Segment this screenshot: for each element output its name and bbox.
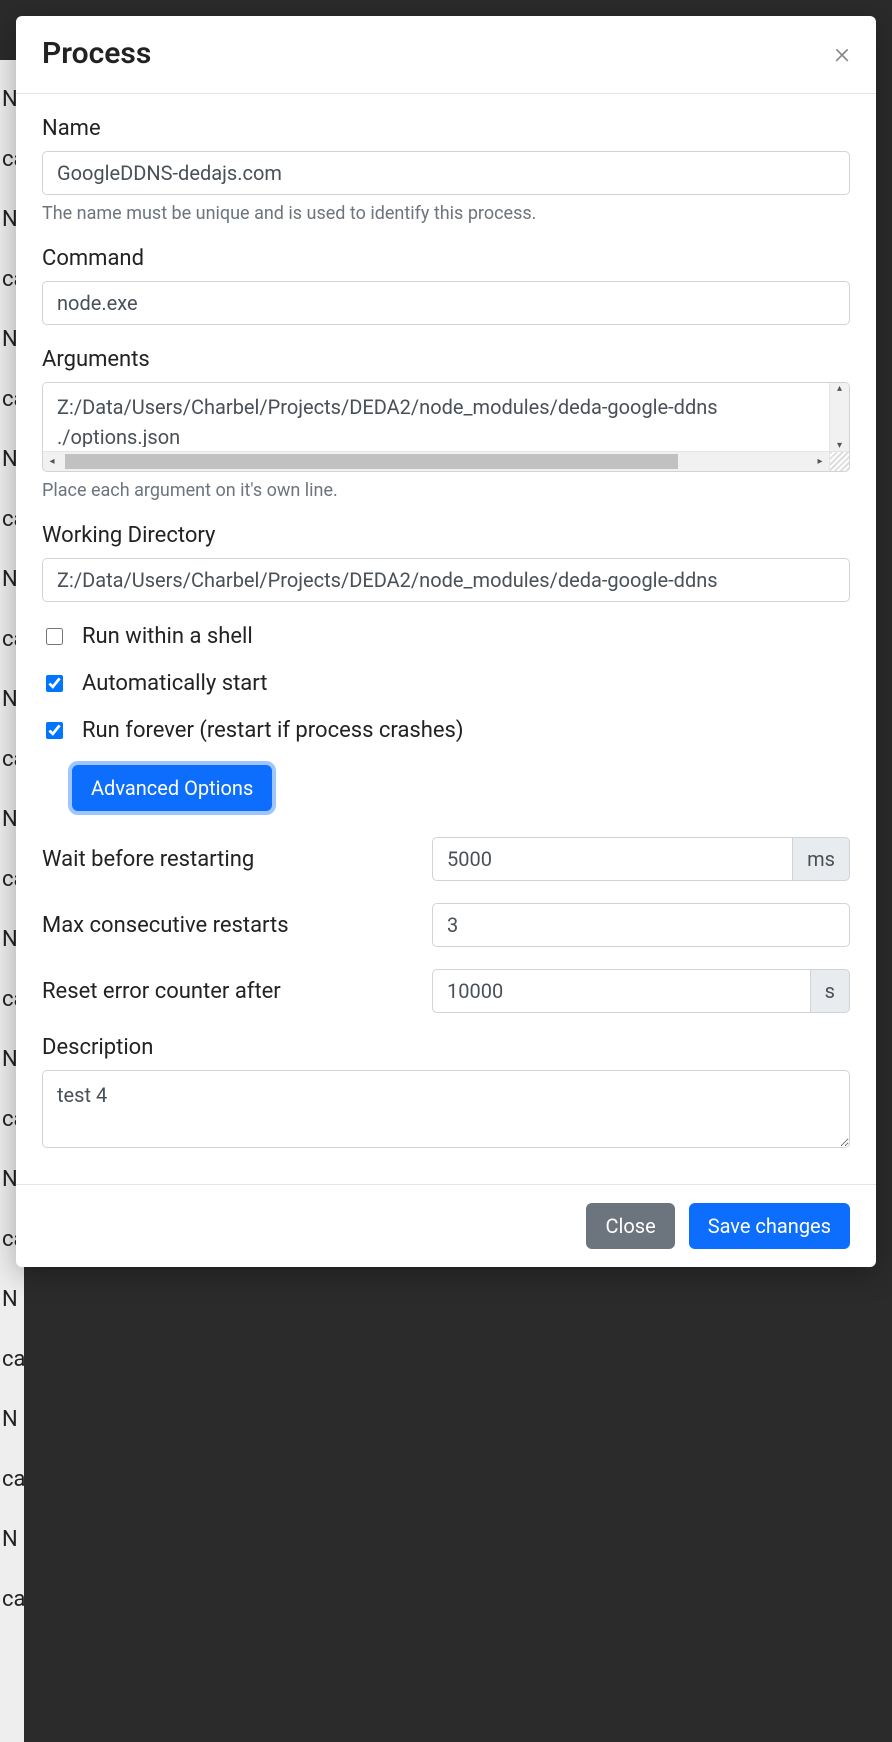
wait-unit: ms bbox=[792, 837, 850, 881]
modal-body: Name The name must be unique and is used… bbox=[16, 94, 876, 1184]
description-textarea[interactable] bbox=[42, 1070, 850, 1148]
scrollbar-thumb[interactable] bbox=[65, 454, 678, 469]
autostart-checkbox[interactable] bbox=[46, 675, 63, 692]
scroll-left-icon[interactable]: ◂ bbox=[43, 456, 61, 467]
maxrestart-input[interactable] bbox=[432, 903, 850, 947]
scroll-down-icon[interactable]: ▾ bbox=[837, 440, 842, 451]
arguments-help-text: Place each argument on it's own line. bbox=[42, 480, 850, 501]
save-button[interactable]: Save changes bbox=[689, 1203, 850, 1249]
wait-input[interactable] bbox=[432, 837, 792, 881]
scroll-right-icon[interactable]: ▸ bbox=[811, 456, 829, 467]
maxrestart-label: Max consecutive restarts bbox=[42, 913, 412, 938]
modal-title: Process bbox=[42, 36, 151, 71]
command-label: Command bbox=[42, 246, 850, 271]
scroll-up-icon[interactable]: ▴ bbox=[837, 383, 842, 394]
command-input[interactable] bbox=[42, 281, 850, 325]
shell-label: Run within a shell bbox=[82, 624, 253, 649]
process-modal: Process × Name The name must be unique a… bbox=[16, 16, 876, 1267]
autostart-label: Automatically start bbox=[82, 671, 267, 696]
modal-header: Process × bbox=[16, 16, 876, 94]
name-help-text: The name must be unique and is used to i… bbox=[42, 203, 850, 224]
arguments-vertical-scrollbar[interactable]: ▴ ▾ bbox=[829, 383, 849, 451]
arguments-horizontal-scrollbar[interactable]: ◂ ▸ bbox=[43, 451, 849, 471]
wait-label: Wait before restarting bbox=[42, 847, 412, 872]
arguments-textarea[interactable] bbox=[43, 383, 829, 447]
reset-unit: s bbox=[810, 969, 850, 1013]
arguments-textarea-wrap: ▴ ▾ ◂ ▸ bbox=[42, 382, 850, 472]
forever-checkbox[interactable] bbox=[46, 722, 63, 739]
close-button[interactable]: Close bbox=[586, 1203, 674, 1249]
modal-footer: Close Save changes bbox=[16, 1184, 876, 1267]
close-icon[interactable]: × bbox=[834, 39, 850, 69]
arguments-label: Arguments bbox=[42, 347, 850, 372]
reset-input[interactable] bbox=[432, 969, 810, 1013]
description-label: Description bbox=[42, 1035, 850, 1060]
name-input[interactable] bbox=[42, 151, 850, 195]
resize-grip-icon[interactable] bbox=[829, 452, 849, 471]
workdir-input[interactable] bbox=[42, 558, 850, 602]
reset-label: Reset error counter after bbox=[42, 979, 412, 1004]
workdir-label: Working Directory bbox=[42, 523, 850, 548]
name-label: Name bbox=[42, 116, 850, 141]
shell-checkbox[interactable] bbox=[46, 628, 63, 645]
forever-label: Run forever (restart if process crashes) bbox=[82, 718, 464, 743]
advanced-options-button[interactable]: Advanced Options bbox=[72, 765, 272, 811]
